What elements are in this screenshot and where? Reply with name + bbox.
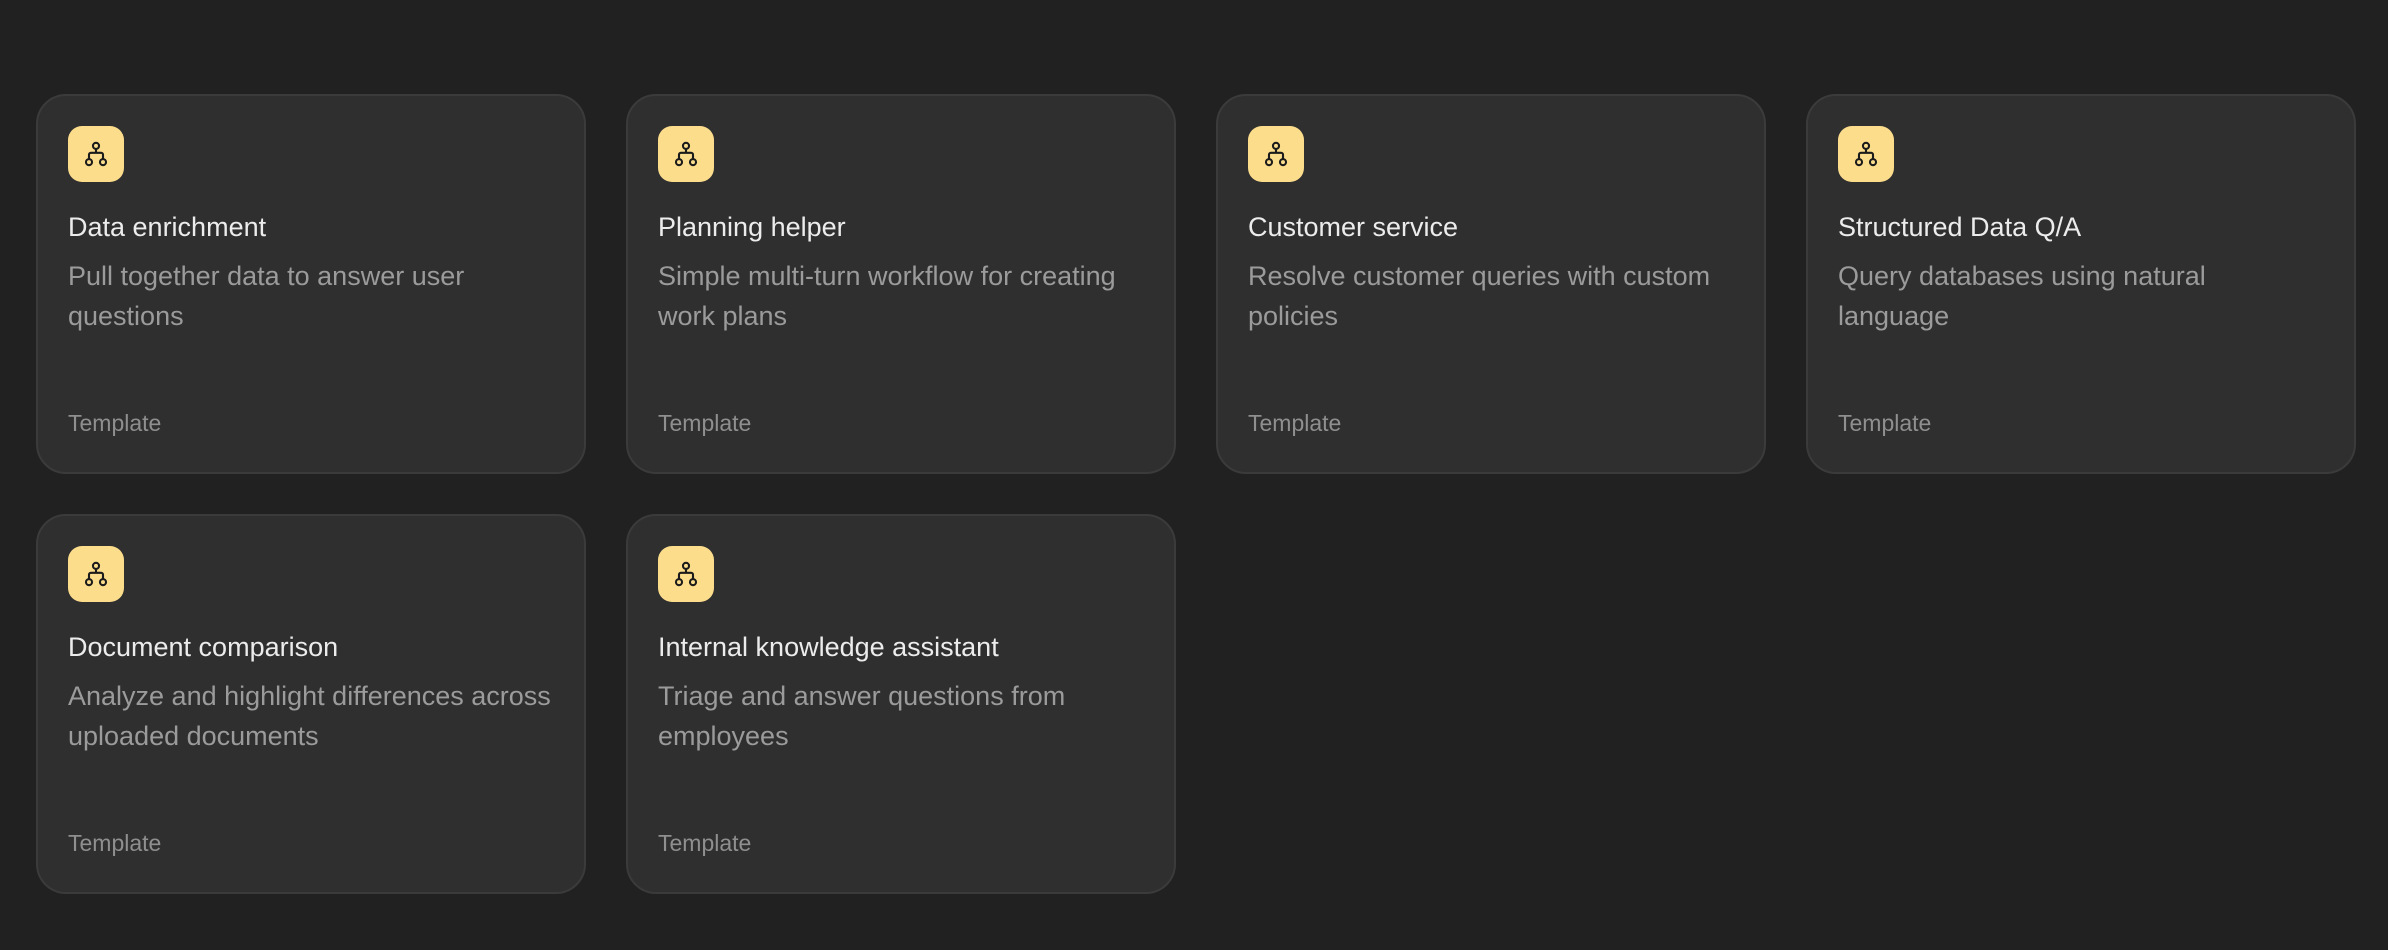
card-title: Planning helper: [658, 212, 846, 242]
workflow-icon: [68, 126, 124, 182]
card-tag: Template: [658, 830, 752, 856]
card-tag: Template: [658, 410, 752, 436]
card-tag: Template: [68, 830, 162, 856]
card-description: Triage and answer questions from employe…: [658, 681, 1066, 751]
template-card-internal-knowledge-assistant[interactable]: Internal knowledge assistant Triage and …: [626, 514, 1176, 894]
card-title: Internal knowledge assistant: [658, 632, 999, 662]
card-tag: Template: [68, 410, 162, 436]
card-description: Pull together data to answer user questi…: [68, 261, 465, 331]
template-card-customer-service[interactable]: Customer service Resolve customer querie…: [1216, 94, 1766, 474]
workflow-icon: [1838, 126, 1894, 182]
template-card-structured-data-qa[interactable]: Structured Data Q/A Query databases usin…: [1806, 94, 2356, 474]
card-description: Query databases using natural language: [1838, 261, 2206, 331]
template-grid: Data enrichment Pull together data to an…: [36, 94, 2356, 894]
template-card-data-enrichment[interactable]: Data enrichment Pull together data to an…: [36, 94, 586, 474]
template-card-document-comparison[interactable]: Document comparison Analyze and highligh…: [36, 514, 586, 894]
card-title: Customer service: [1248, 212, 1459, 242]
card-title: Structured Data Q/A: [1838, 212, 2082, 242]
card-description: Simple multi-turn workflow for creating …: [658, 261, 1116, 331]
card-title: Document comparison: [68, 632, 339, 662]
card-description: Resolve customer queries with custom pol…: [1248, 261, 1711, 331]
card-title: Data enrichment: [68, 212, 267, 242]
workflow-icon: [658, 546, 714, 602]
workflow-icon: [68, 546, 124, 602]
card-tag: Template: [1838, 410, 1932, 436]
card-description: Analyze and highlight differences across…: [68, 681, 551, 751]
workflow-icon: [1248, 126, 1304, 182]
workflow-icon: [658, 126, 714, 182]
card-tag: Template: [1248, 410, 1342, 436]
template-card-planning-helper[interactable]: Planning helper Simple multi-turn workfl…: [626, 94, 1176, 474]
